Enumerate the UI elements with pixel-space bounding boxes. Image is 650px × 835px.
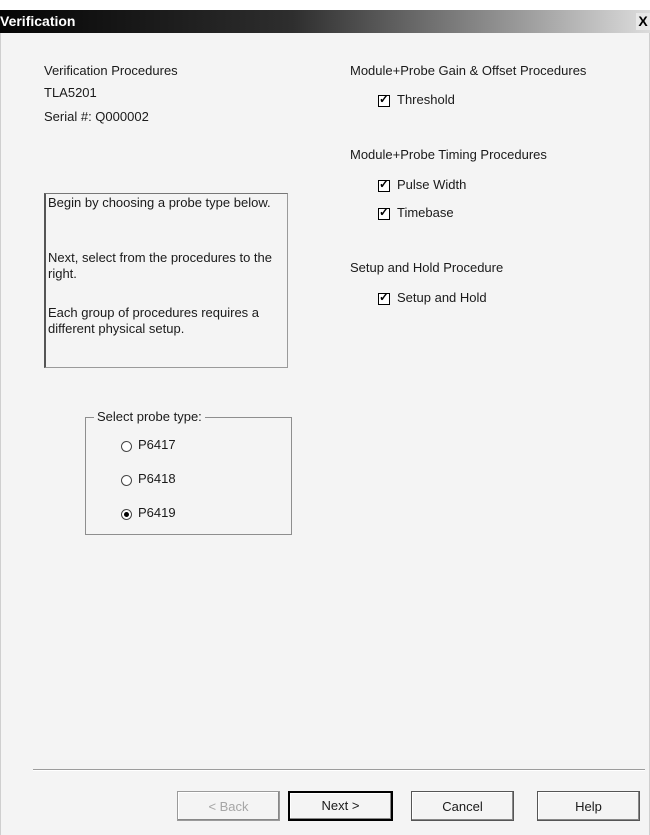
setup-and-hold-checkbox[interactable] xyxy=(378,290,390,305)
verification-procedures-heading: Verification Procedures xyxy=(44,63,178,78)
radio-p6417[interactable] xyxy=(121,441,132,452)
gain-offset-heading: Module+Probe Gain & Offset Procedures xyxy=(350,63,587,78)
setup-hold-heading: Setup and Hold Procedure xyxy=(350,260,504,275)
button-separator xyxy=(33,769,645,771)
help-button[interactable]: Help xyxy=(537,791,640,821)
back-button[interactable]: < Back xyxy=(177,791,280,821)
pulse-width-checkbox[interactable] xyxy=(378,177,390,192)
radio-p6419[interactable] xyxy=(121,509,132,520)
timebase-checkbox[interactable] xyxy=(378,205,390,220)
title-bar: Verification X xyxy=(0,10,650,33)
model-label: TLA5201 xyxy=(44,85,97,100)
close-icon[interactable]: X xyxy=(636,13,650,30)
instruction-text: Next, select from the procedures to the … xyxy=(48,250,272,281)
setup-and-hold-label[interactable]: Setup and Hold xyxy=(397,290,487,305)
pulse-width-label[interactable]: Pulse Width xyxy=(397,177,466,192)
timing-heading: Module+Probe Timing Procedures xyxy=(350,147,547,162)
next-button[interactable]: Next > xyxy=(288,791,393,821)
threshold-checkbox[interactable] xyxy=(378,92,390,107)
instruction-text: Each group of procedures requires a diff… xyxy=(48,305,260,336)
radio-p6418[interactable] xyxy=(121,475,132,486)
radio-p6419-label[interactable]: P6419 xyxy=(138,505,176,520)
verification-dialog: Verification Procedures TLA5201 Serial #… xyxy=(0,33,650,835)
radio-p6418-label[interactable]: P6418 xyxy=(138,471,176,486)
instructions-box: Begin by choosing a probe type below. Ne… xyxy=(44,193,288,368)
timebase-label[interactable]: Timebase xyxy=(397,205,454,220)
cancel-button[interactable]: Cancel xyxy=(411,791,514,821)
serial-label: Serial #: Q000002 xyxy=(44,109,149,124)
probe-type-label: Select probe type: xyxy=(94,409,205,424)
radio-p6417-label[interactable]: P6417 xyxy=(138,437,176,452)
window-title: Verification xyxy=(0,13,76,29)
threshold-label[interactable]: Threshold xyxy=(397,92,455,107)
probe-type-group: Select probe type: P6417 P6418 P6419 xyxy=(85,409,292,535)
instruction-text: Begin by choosing a probe type below. xyxy=(48,195,271,210)
